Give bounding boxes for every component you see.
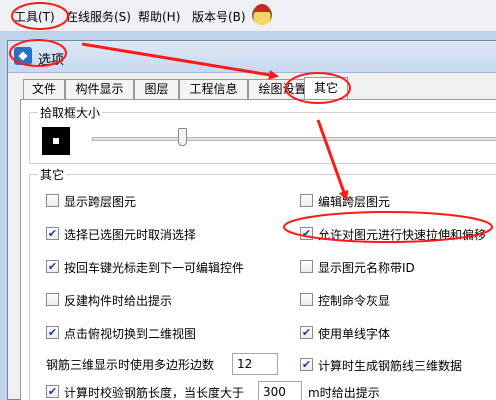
menubar: 工具(T) 在线服务(S) 帮助(H) 版本号(B) [0, 0, 496, 32]
length-check-label: 计算时校验钢筋长度，当长度大于 [64, 386, 245, 400]
checkbox[interactable] [46, 194, 59, 207]
checkbox[interactable]: ✔ [46, 260, 59, 273]
menu-online-services[interactable]: 在线服务(S) [66, 8, 131, 25]
length-check-suffix: m时给出提示 [308, 386, 380, 400]
app-icon [14, 47, 32, 65]
menu-version[interactable]: 版本号(B) [192, 8, 246, 25]
pick-box-preview [42, 127, 70, 155]
option-label: 编辑跨层图元 [318, 195, 391, 209]
checkbox[interactable]: ✔ [300, 326, 313, 339]
pick-box-group: 拾取框大小 [29, 104, 496, 164]
option-label: 计算时生成钢筋线三维数据 [318, 359, 463, 373]
pick-box-slider-track[interactable] [92, 137, 496, 141]
checkbox[interactable] [300, 260, 313, 273]
checkbox[interactable] [300, 293, 313, 306]
tab-layers[interactable]: 图层 [134, 79, 179, 99]
checkbox[interactable]: ✔ [46, 227, 59, 240]
option-label: 按回车键光标走到下一可编辑控件 [64, 261, 245, 275]
length-threshold-input[interactable] [258, 381, 302, 400]
option-label: 点击俯视切换到二维视图 [64, 327, 197, 341]
option-label: 允许对图元进行快速拉伸和偏移 [318, 228, 487, 242]
checkbox[interactable]: ✔ [300, 358, 313, 371]
dialog-titlebar[interactable]: 选项 [8, 41, 496, 73]
checkbox[interactable]: ✔ [46, 326, 59, 339]
other-group-label: 其它 [38, 166, 67, 183]
pick-box-slider-thumb[interactable] [178, 128, 188, 146]
option-label: 选择已选图元时取消选择 [64, 228, 197, 242]
options-dialog: 选项 文件 构件显示 图层 工程信息 绘图设置 其它 拾取框大小 其它 显示跨层… [7, 40, 496, 400]
tab-panel-other: 拾取框大小 其它 显示跨层图元 ✔ 选择已选图元时取消选择 ✔ 按回车键光标走到… [20, 99, 496, 400]
mascot-icon[interactable] [252, 4, 272, 25]
other-group: 其它 显示跨层图元 ✔ 选择已选图元时取消选择 ✔ 按回车键光标走到下一可编辑控… [29, 166, 496, 400]
polygon-edges-label: 钢筋三维显示时使用多边形边数 [46, 358, 215, 372]
option-label: 使用单线字体 [318, 327, 391, 341]
checkbox[interactable] [300, 194, 313, 207]
checkbox[interactable] [46, 293, 59, 306]
polygon-edges-input[interactable] [232, 353, 278, 375]
tab-component-display[interactable]: 构件显示 [65, 79, 134, 99]
tab-other[interactable]: 其它 [304, 77, 348, 100]
option-label: 显示图元名称带ID [318, 261, 415, 275]
option-label: 反建构件时给出提示 [64, 294, 173, 308]
checkbox[interactable]: ✔ [46, 385, 59, 398]
pick-box-group-label: 拾取框大小 [38, 104, 103, 121]
tab-file[interactable]: 文件 [23, 79, 65, 99]
menu-tools[interactable]: 工具(T) [14, 8, 55, 25]
option-label: 控制命令灰显 [318, 294, 391, 308]
option-label: 显示跨层图元 [64, 195, 137, 209]
menu-help[interactable]: 帮助(H) [138, 8, 180, 25]
dialog-title: 选项 [38, 53, 65, 68]
checkbox[interactable]: ✔ [300, 227, 313, 240]
tab-project-info[interactable]: 工程信息 [179, 79, 248, 99]
